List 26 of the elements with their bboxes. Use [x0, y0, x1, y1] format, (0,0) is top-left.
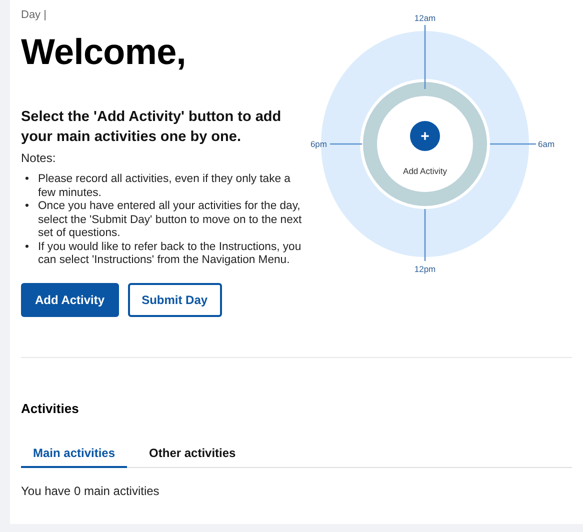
hour-label: 12pm — [414, 264, 436, 274]
activity-count: You have 0 main activities — [21, 484, 160, 498]
breadcrumb: Day | — [21, 8, 48, 21]
hour-label: 6pm — [310, 139, 327, 149]
hour-tick — [490, 143, 536, 145]
hour-tick — [424, 209, 426, 261]
add-activity-label: Add Activity — [403, 166, 447, 176]
add-activity-button[interactable]: + — [410, 121, 440, 151]
instruction-heading: Select the 'Add Activity' button to add your main activities one by one. — [21, 108, 282, 147]
submit-day-button[interactable]: Submit Day — [128, 282, 222, 316]
notes-label: Notes: — [21, 151, 57, 165]
tab[interactable]: Main activities — [21, 440, 128, 468]
hour-label: 6am — [538, 139, 555, 149]
hour-label: 12am — [414, 13, 436, 23]
tab[interactable]: Other activities — [137, 440, 248, 468]
hour-tick — [330, 143, 362, 145]
bullet: • — [24, 240, 30, 254]
page-title: Welcome, — [21, 31, 187, 73]
add-activity-button[interactable]: Add Activity — [21, 282, 119, 316]
note-text: Please record all activities, even if they only take a few minutes. — [38, 173, 292, 200]
bullet: • — [24, 173, 30, 187]
hour-tick — [424, 25, 426, 89]
bullet: • — [24, 200, 30, 214]
section-heading: Activities — [21, 400, 80, 416]
note-text: Once you have entered all your activities for the day, select the 'Submit Day' button to move on to the next set of questions. — [38, 200, 303, 240]
note-text: If you would like to refer back to the Instructions, you can select 'Instructions' from the Navigation Menu. — [38, 240, 302, 268]
